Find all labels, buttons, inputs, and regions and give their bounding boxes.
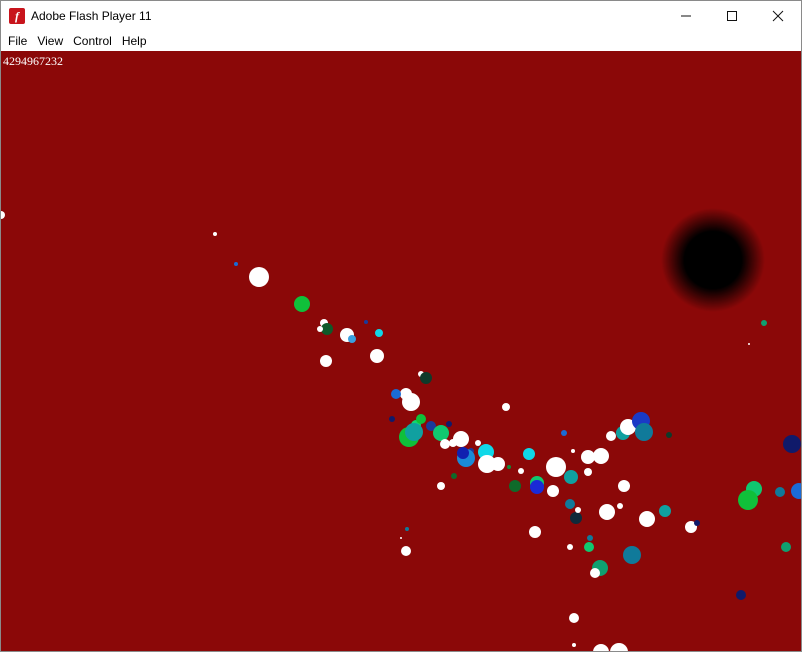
particle bbox=[587, 535, 593, 541]
maximize-icon bbox=[727, 11, 737, 21]
menu-file[interactable]: File bbox=[1, 31, 32, 51]
particle bbox=[567, 544, 573, 550]
particle bbox=[317, 326, 323, 332]
particle bbox=[249, 267, 269, 287]
particle bbox=[623, 546, 641, 564]
minimize-icon bbox=[681, 15, 691, 17]
particle bbox=[491, 457, 505, 471]
particle bbox=[523, 448, 535, 460]
close-button[interactable] bbox=[755, 1, 801, 31]
menu-control[interactable]: Control bbox=[68, 31, 117, 51]
particle bbox=[736, 590, 746, 600]
particle bbox=[1, 211, 5, 219]
flash-stage[interactable]: 4294967232 bbox=[1, 51, 801, 651]
window-title: Adobe Flash Player 11 bbox=[31, 9, 152, 23]
particle bbox=[694, 520, 700, 526]
particle bbox=[748, 343, 750, 345]
particle bbox=[610, 643, 628, 651]
particle bbox=[791, 483, 801, 499]
particle bbox=[457, 447, 469, 459]
particle bbox=[593, 448, 609, 464]
particle bbox=[571, 449, 575, 453]
particle-canvas bbox=[1, 208, 801, 651]
window-controls bbox=[663, 1, 801, 31]
particle bbox=[507, 465, 511, 469]
particle bbox=[451, 473, 457, 479]
particle bbox=[783, 435, 801, 453]
particle bbox=[401, 546, 411, 556]
particle bbox=[437, 482, 445, 490]
particle bbox=[446, 421, 452, 427]
particle bbox=[599, 504, 615, 520]
particle bbox=[364, 320, 368, 324]
particle bbox=[584, 542, 594, 552]
particle bbox=[666, 432, 672, 438]
close-icon bbox=[772, 10, 784, 22]
menu-help[interactable]: Help bbox=[117, 31, 152, 51]
particle bbox=[433, 425, 449, 441]
particle bbox=[569, 613, 579, 623]
title-bar[interactable]: f Adobe Flash Player 11 bbox=[1, 1, 801, 31]
particle bbox=[635, 423, 653, 441]
particle bbox=[449, 439, 457, 447]
black-hole bbox=[661, 208, 765, 312]
particle bbox=[546, 457, 566, 477]
particle bbox=[475, 440, 481, 446]
particle bbox=[617, 503, 623, 509]
particle bbox=[502, 403, 510, 411]
particle bbox=[420, 372, 432, 384]
particle bbox=[294, 296, 310, 312]
flash-player-window: f Adobe Flash Player 11 File View Contro… bbox=[0, 0, 802, 652]
particle bbox=[375, 329, 383, 337]
particle bbox=[570, 512, 582, 524]
particle bbox=[564, 470, 578, 484]
particle bbox=[581, 450, 595, 464]
particle bbox=[389, 416, 395, 422]
particle bbox=[761, 320, 767, 326]
particle bbox=[530, 480, 544, 494]
particle bbox=[518, 468, 524, 474]
particle bbox=[213, 232, 217, 236]
particle bbox=[775, 487, 785, 497]
particle bbox=[320, 355, 332, 367]
flash-player-icon: f bbox=[9, 8, 25, 24]
particle bbox=[234, 262, 238, 266]
particle bbox=[370, 349, 384, 363]
maximize-button[interactable] bbox=[709, 1, 755, 31]
particle bbox=[639, 511, 655, 527]
particle bbox=[416, 414, 426, 424]
particle bbox=[593, 644, 609, 651]
counter-readout: 4294967232 bbox=[3, 54, 63, 68]
particle bbox=[529, 526, 541, 538]
particle bbox=[348, 335, 356, 343]
particle bbox=[547, 485, 559, 497]
particle bbox=[584, 468, 592, 476]
particle bbox=[659, 505, 671, 517]
particle bbox=[781, 542, 791, 552]
particle bbox=[575, 507, 581, 513]
particle bbox=[509, 480, 521, 492]
particle bbox=[391, 389, 401, 399]
menu-bar: File View Control Help bbox=[1, 31, 801, 51]
particle bbox=[405, 423, 423, 441]
particle bbox=[738, 490, 758, 510]
particle bbox=[400, 537, 402, 539]
particle bbox=[402, 393, 420, 411]
particle bbox=[618, 480, 630, 492]
particle bbox=[572, 643, 576, 647]
particle bbox=[565, 499, 575, 509]
particle bbox=[561, 430, 567, 436]
minimize-button[interactable] bbox=[663, 1, 709, 31]
particle bbox=[440, 439, 450, 449]
particle bbox=[405, 527, 409, 531]
particle bbox=[606, 431, 616, 441]
menu-view[interactable]: View bbox=[32, 31, 68, 51]
particle bbox=[590, 568, 600, 578]
